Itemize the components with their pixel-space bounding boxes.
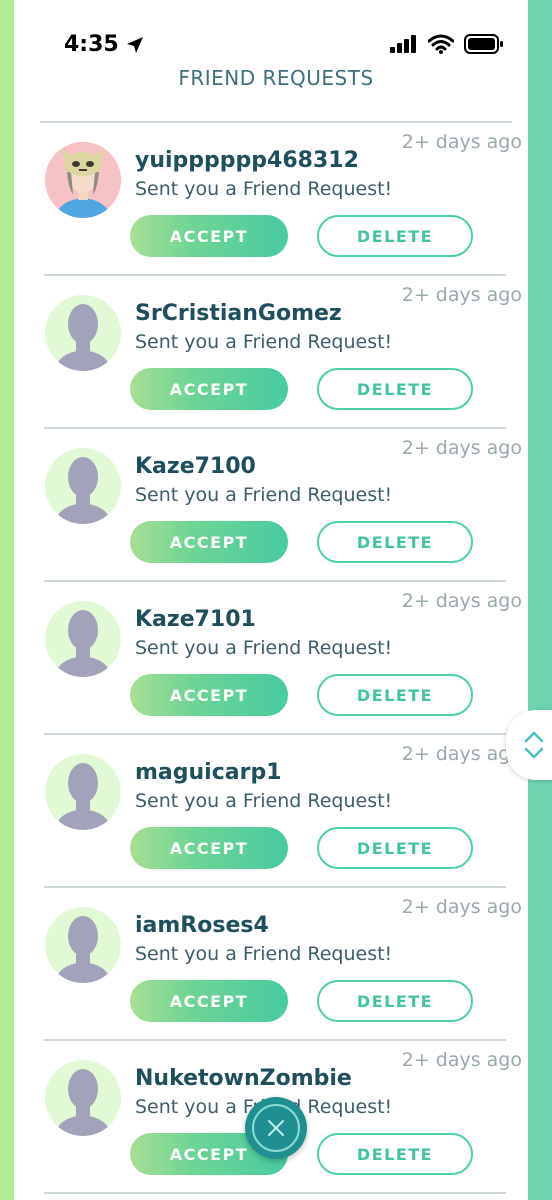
chevron-up-icon [524, 731, 544, 743]
accept-button[interactable]: ACCEPT [130, 521, 288, 563]
person-silhouette-icon [55, 916, 111, 983]
default-avatar[interactable] [45, 907, 121, 983]
delete-button[interactable]: DELETE [317, 521, 473, 563]
default-avatar[interactable] [45, 295, 121, 371]
friend-request-row: maguicarp1 Sent you a Friend Request! 2+… [44, 735, 522, 888]
default-avatar[interactable] [45, 1060, 121, 1136]
close-button[interactable] [245, 1097, 307, 1159]
friend-request-row: yuipppppp468312 Sent you a Friend Reques… [44, 123, 522, 276]
request-time: 2+ days ago [401, 131, 522, 153]
scroll-chevrons [524, 731, 544, 759]
request-username: Kaze7101 [135, 607, 256, 632]
request-message: Sent you a Friend Request! [135, 790, 393, 812]
request-message: Sent you a Friend Request! [135, 484, 393, 506]
request-username: NuketownZombie [135, 1066, 352, 1091]
delete-button[interactable]: DELETE [317, 674, 473, 716]
request-message: Sent you a Friend Request! [135, 637, 393, 659]
request-username: maguicarp1 [135, 760, 282, 785]
close-icon [268, 1120, 284, 1136]
person-silhouette-icon [55, 1069, 111, 1136]
close-button-ring [252, 1104, 300, 1152]
request-message: Sent you a Friend Request! [135, 943, 393, 965]
friend-request-row: Kaze7100 Sent you a Friend Request! 2+ d… [44, 429, 522, 582]
battery-icon [464, 34, 503, 54]
request-time: 2+ days ago [401, 896, 522, 918]
cellular-signal-icon [390, 35, 416, 53]
request-username: yuipppppp468312 [135, 148, 359, 173]
person-silhouette-icon [55, 457, 111, 524]
request-time: 2+ days ago [401, 437, 522, 459]
request-username: SrCristianGomez [135, 301, 342, 326]
friend-request-row: Kaze7101 Sent you a Friend Request! 2+ d… [44, 582, 522, 735]
status-time-group: 4:35 [64, 32, 145, 57]
request-time: 2+ days ago [401, 284, 522, 306]
person-silhouette-icon [55, 304, 111, 371]
scroll-toggle-button[interactable] [506, 710, 552, 780]
default-avatar[interactable] [45, 448, 121, 524]
delete-button[interactable]: DELETE [317, 827, 473, 869]
default-avatar[interactable] [45, 601, 121, 677]
status-icons [390, 34, 504, 54]
default-avatar[interactable] [45, 754, 121, 830]
page-title: FRIEND REQUESTS [178, 66, 374, 90]
friend-request-row: iamRoses4 Sent you a Friend Request! 2+ … [44, 888, 522, 1041]
delete-button[interactable]: DELETE [317, 1133, 473, 1175]
request-message: Sent you a Friend Request! [135, 178, 393, 200]
accept-button[interactable]: ACCEPT [130, 827, 288, 869]
trainer-avatar-icon [45, 142, 121, 218]
chevron-down-icon [524, 747, 544, 759]
status-time: 4:35 [64, 32, 119, 57]
friend-requests-screen: 4:35 FRIEND REQUESTS yuipppppp468312 Sen… [0, 0, 552, 1200]
accept-button[interactable]: ACCEPT [130, 674, 288, 716]
request-time: 2+ days ago [401, 1049, 522, 1071]
delete-button[interactable]: DELETE [317, 980, 473, 1022]
friend-request-row: SrCristianGomez Sent you a Friend Reques… [44, 276, 522, 429]
request-username: iamRoses4 [135, 913, 269, 938]
request-message: Sent you a Friend Request! [135, 331, 393, 353]
accept-button[interactable]: ACCEPT [130, 980, 288, 1022]
request-time: 2+ days ago [401, 743, 522, 765]
friend-request-list[interactable]: yuipppppp468312 Sent you a Friend Reques… [0, 123, 552, 1194]
custom-avatar[interactable] [45, 142, 121, 218]
person-silhouette-icon [55, 763, 111, 830]
delete-button[interactable]: DELETE [317, 368, 473, 410]
request-username: Kaze7100 [135, 454, 256, 479]
location-arrow-icon [126, 36, 143, 53]
request-time: 2+ days ago [401, 590, 522, 612]
wifi-icon [428, 34, 454, 54]
accept-button[interactable]: ACCEPT [130, 215, 288, 257]
delete-button[interactable]: DELETE [317, 215, 473, 257]
accept-button[interactable]: ACCEPT [130, 368, 288, 410]
person-silhouette-icon [55, 610, 111, 677]
